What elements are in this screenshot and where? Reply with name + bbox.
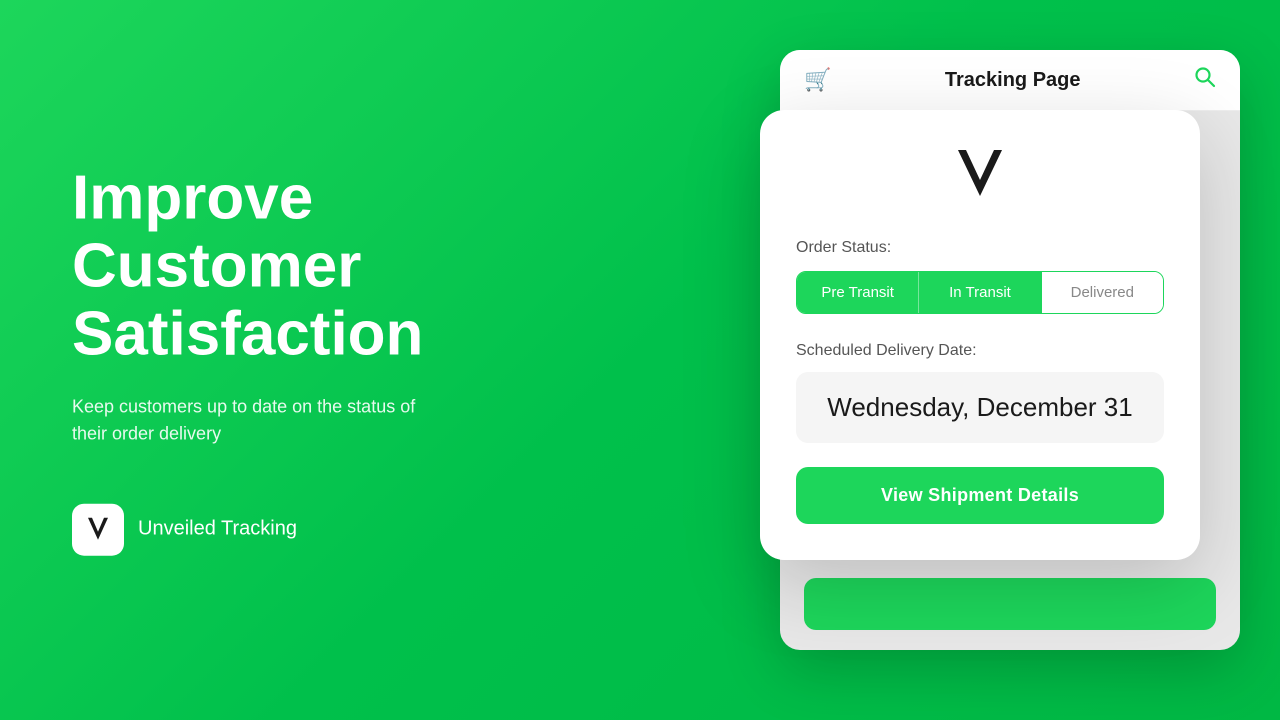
headline: Improve Customer Satisfaction (72, 165, 552, 370)
v-logo-icon (948, 142, 1012, 206)
brand-row: Unveiled Tracking (72, 503, 552, 555)
tab-pre-transit[interactable]: Pre Transit (797, 272, 918, 313)
v-logo-small-icon (82, 513, 114, 545)
browser-header: 🛒 Tracking Page (780, 50, 1240, 111)
delivery-date: Wednesday, December 31 (827, 392, 1132, 422)
browser-bottom-button (804, 578, 1216, 630)
delivery-label: Scheduled Delivery Date: (796, 342, 1164, 360)
delivery-date-box: Wednesday, December 31 (796, 372, 1164, 443)
brand-name: Unveiled Tracking (138, 518, 297, 541)
left-section: Improve Customer Satisfaction Keep custo… (72, 165, 552, 556)
modal-logo (796, 142, 1164, 211)
order-status-label: Order Status: (796, 239, 1164, 257)
modal-card: Order Status: Pre Transit In Transit Del… (760, 110, 1200, 560)
status-tabs: Pre Transit In Transit Delivered (796, 271, 1164, 314)
search-icon (1194, 66, 1216, 94)
cart-icon: 🛒 (804, 67, 831, 93)
tab-delivered[interactable]: Delivered (1041, 272, 1163, 313)
brand-icon (72, 503, 124, 555)
subtitle: Keep customers up to date on the status … (72, 393, 452, 447)
view-shipment-button[interactable]: View Shipment Details (796, 467, 1164, 524)
browser-title: Tracking Page (831, 69, 1194, 92)
tab-in-transit[interactable]: In Transit (918, 272, 1040, 313)
right-section: 🛒 Tracking Page (760, 50, 1240, 670)
